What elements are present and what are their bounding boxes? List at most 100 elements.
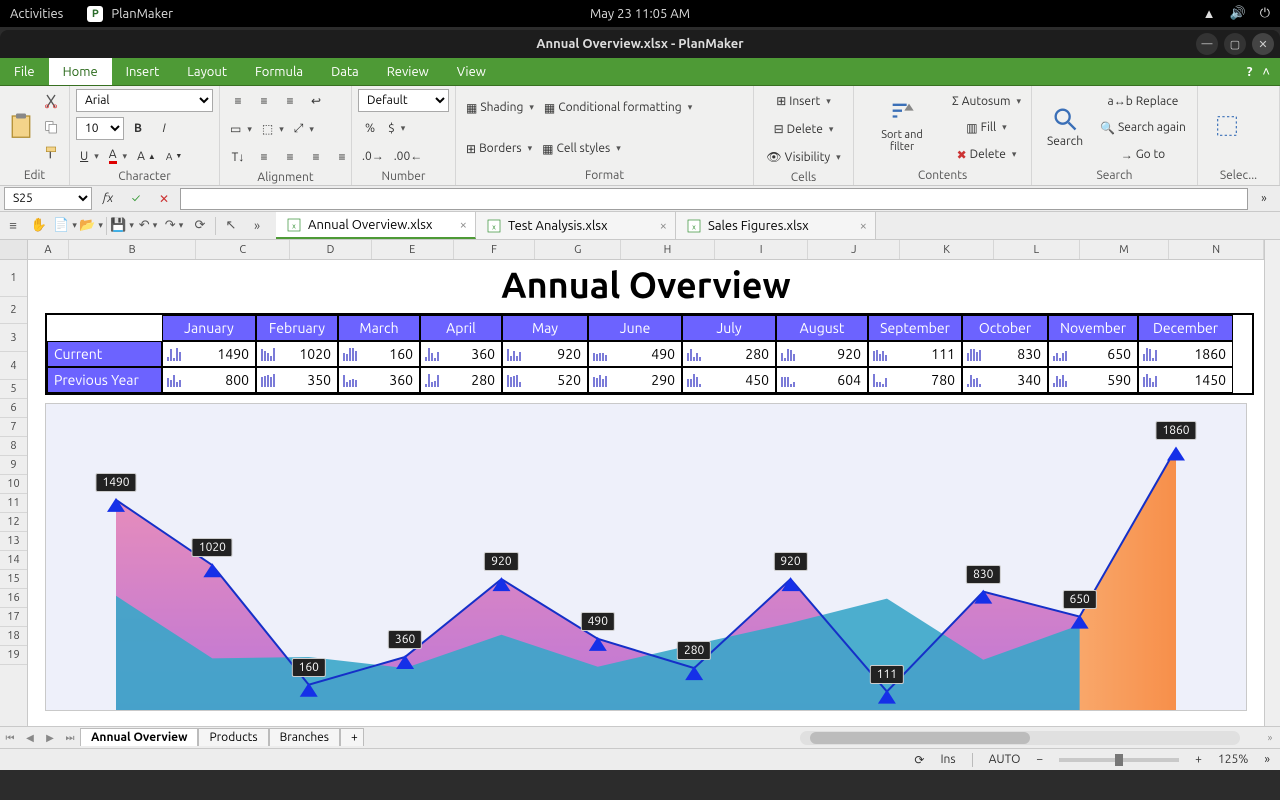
merge-cells-button[interactable]: ⬚ <box>258 117 288 141</box>
increase-decimal-button[interactable]: .0→ <box>358 144 388 168</box>
vertical-scrollbar[interactable] <box>1264 240 1280 726</box>
column-header[interactable]: J <box>808 240 900 259</box>
redo-icon[interactable]: ↷ <box>161 214 187 238</box>
shrink-font-button[interactable]: A▼ <box>162 144 186 168</box>
clock[interactable]: May 23 11:05 AM <box>590 7 690 21</box>
cell-styles-button[interactable]: ▦ Cell styles <box>538 137 625 161</box>
data-cell[interactable]: 920 <box>776 341 868 367</box>
borders-button[interactable]: ⊞ Borders <box>462 137 536 161</box>
shading-button[interactable]: ▦ Shading <box>462 96 538 120</box>
number-format-select[interactable]: Default <box>358 89 449 112</box>
data-cell[interactable]: 350 <box>256 367 338 393</box>
data-cell[interactable]: 604 <box>776 367 868 393</box>
visibility-button[interactable]: 👁 Visibility <box>760 145 847 169</box>
data-cell[interactable]: 360 <box>420 341 502 367</box>
window-close-button[interactable]: ✕ <box>1252 33 1274 55</box>
fx-icon[interactable]: fx <box>96 187 120 211</box>
collapse-ribbon-icon[interactable]: ˄ <box>1262 64 1270 79</box>
hand-tool-icon[interactable]: ✋ <box>26 214 52 238</box>
copy-button[interactable] <box>39 115 63 139</box>
data-cell[interactable]: 490 <box>588 341 682 367</box>
undo-icon[interactable]: ↶ <box>135 214 161 238</box>
help-icon[interactable]: ? <box>1247 65 1253 79</box>
row-header[interactable]: 19 <box>0 646 27 665</box>
zoom-out-button[interactable]: − <box>1036 753 1043 766</box>
sheet-nav-last-icon[interactable]: ⏭ <box>60 732 80 744</box>
data-cell[interactable]: 1020 <box>256 341 338 367</box>
replace-button[interactable]: a↔b Replace <box>1096 89 1190 113</box>
currency-button[interactable]: $ <box>384 116 409 140</box>
app-indicator[interactable]: P PlanMaker <box>87 6 173 22</box>
column-header[interactable]: I <box>715 240 809 259</box>
row-header[interactable]: 4 <box>0 352 27 380</box>
menu-home[interactable]: Home <box>49 58 112 85</box>
search-button[interactable]: Search <box>1038 89 1092 163</box>
formula-expand-icon[interactable]: » <box>1252 187 1276 211</box>
formula-accept-icon[interactable]: ✓ <box>124 187 148 211</box>
column-header[interactable]: G <box>535 240 621 259</box>
sheet-tab[interactable]: Branches <box>269 728 340 746</box>
sheet-tab[interactable]: Products <box>198 728 268 746</box>
fill-color-button[interactable]: ▭ <box>226 117 256 141</box>
open-doc-icon[interactable]: 📂 <box>78 214 104 238</box>
orientation-button[interactable]: ⤢ <box>290 117 318 141</box>
column-header[interactable]: F <box>454 240 536 259</box>
sheet-nav-first-icon[interactable]: ⏮ <box>0 732 20 744</box>
menu-view[interactable]: View <box>443 58 500 85</box>
cut-button[interactable] <box>39 89 63 113</box>
align-center-button[interactable]: ≡ <box>278 145 302 169</box>
data-cell[interactable]: 280 <box>420 367 502 393</box>
data-cell[interactable]: 590 <box>1048 367 1138 393</box>
align-right-button[interactable]: ≡ <box>304 145 328 169</box>
row-header[interactable]: 10 <box>0 475 27 494</box>
sheet-nav-next-icon[interactable]: ▶ <box>40 732 60 744</box>
align-left-button[interactable]: ≡ <box>252 145 276 169</box>
volume-icon[interactable]: 🔊 <box>1230 6 1246 21</box>
zoom-in-button[interactable]: + <box>1195 753 1202 766</box>
grow-font-button[interactable]: A▲ <box>133 144 160 168</box>
select-all-corner[interactable] <box>0 240 27 260</box>
select-button[interactable] <box>1204 89 1250 163</box>
vertical-text-button[interactable]: T↓ <box>226 145 250 169</box>
search-again-button[interactable]: 🔍 Search again <box>1096 116 1190 140</box>
row-header[interactable]: 16 <box>0 589 27 608</box>
activities-button[interactable]: Activities <box>10 7 63 21</box>
row-header[interactable]: 14 <box>0 551 27 570</box>
data-cell[interactable]: 450 <box>682 367 776 393</box>
statusbar-more-icon[interactable]: » <box>1264 753 1270 766</box>
add-sheet-button[interactable]: + <box>340 728 364 746</box>
data-cell[interactable]: 111 <box>868 341 962 367</box>
format-painter-button[interactable] <box>39 141 63 165</box>
doc-tab[interactable]: xTest Analysis.xlsx× <box>476 212 676 239</box>
delete-contents-button[interactable]: ✖ Delete <box>948 143 1025 167</box>
network-icon[interactable]: ▲ <box>1203 6 1216 21</box>
align-bottom-button[interactable]: ≡ <box>278 89 302 113</box>
row-header[interactable]: 12 <box>0 513 27 532</box>
menu-file[interactable]: File <box>0 58 49 85</box>
repeat-icon[interactable]: ⟳ <box>187 214 213 238</box>
row-header[interactable]: 1 <box>0 260 27 297</box>
sheet-content[interactable]: Annual Overview JanuaryFebruaryMarchApri… <box>28 260 1264 726</box>
row-header[interactable]: 5 <box>0 380 27 399</box>
conditional-formatting-button[interactable]: ▦ Conditional formatting <box>540 96 696 120</box>
wrap-text-button[interactable]: ↩ <box>304 89 328 113</box>
more-tabs-icon[interactable]: » <box>1260 732 1280 743</box>
more-icon[interactable]: » <box>244 214 270 238</box>
doc-tab[interactable]: xSales Figures.xlsx× <box>676 212 876 239</box>
paste-button[interactable] <box>6 89 35 163</box>
formula-cancel-icon[interactable]: ✕ <box>152 187 176 211</box>
row-header[interactable]: 15 <box>0 570 27 589</box>
row-header[interactable]: 3 <box>0 324 27 352</box>
data-cell[interactable]: 1860 <box>1138 341 1233 367</box>
row-header[interactable]: 7 <box>0 418 27 437</box>
window-minimize-button[interactable]: — <box>1196 33 1218 55</box>
font-name-select[interactable]: Arial <box>76 89 213 112</box>
font-color-button[interactable]: A <box>105 144 131 168</box>
data-cell[interactable]: 280 <box>682 341 776 367</box>
zoom-level-label[interactable]: 125% <box>1218 753 1248 766</box>
formula-input[interactable] <box>180 188 1248 210</box>
horizontal-scrollbar[interactable] <box>800 731 1240 745</box>
data-cell[interactable]: 1450 <box>1138 367 1233 393</box>
zoom-slider[interactable] <box>1059 758 1179 762</box>
italic-button[interactable]: I <box>152 116 176 140</box>
